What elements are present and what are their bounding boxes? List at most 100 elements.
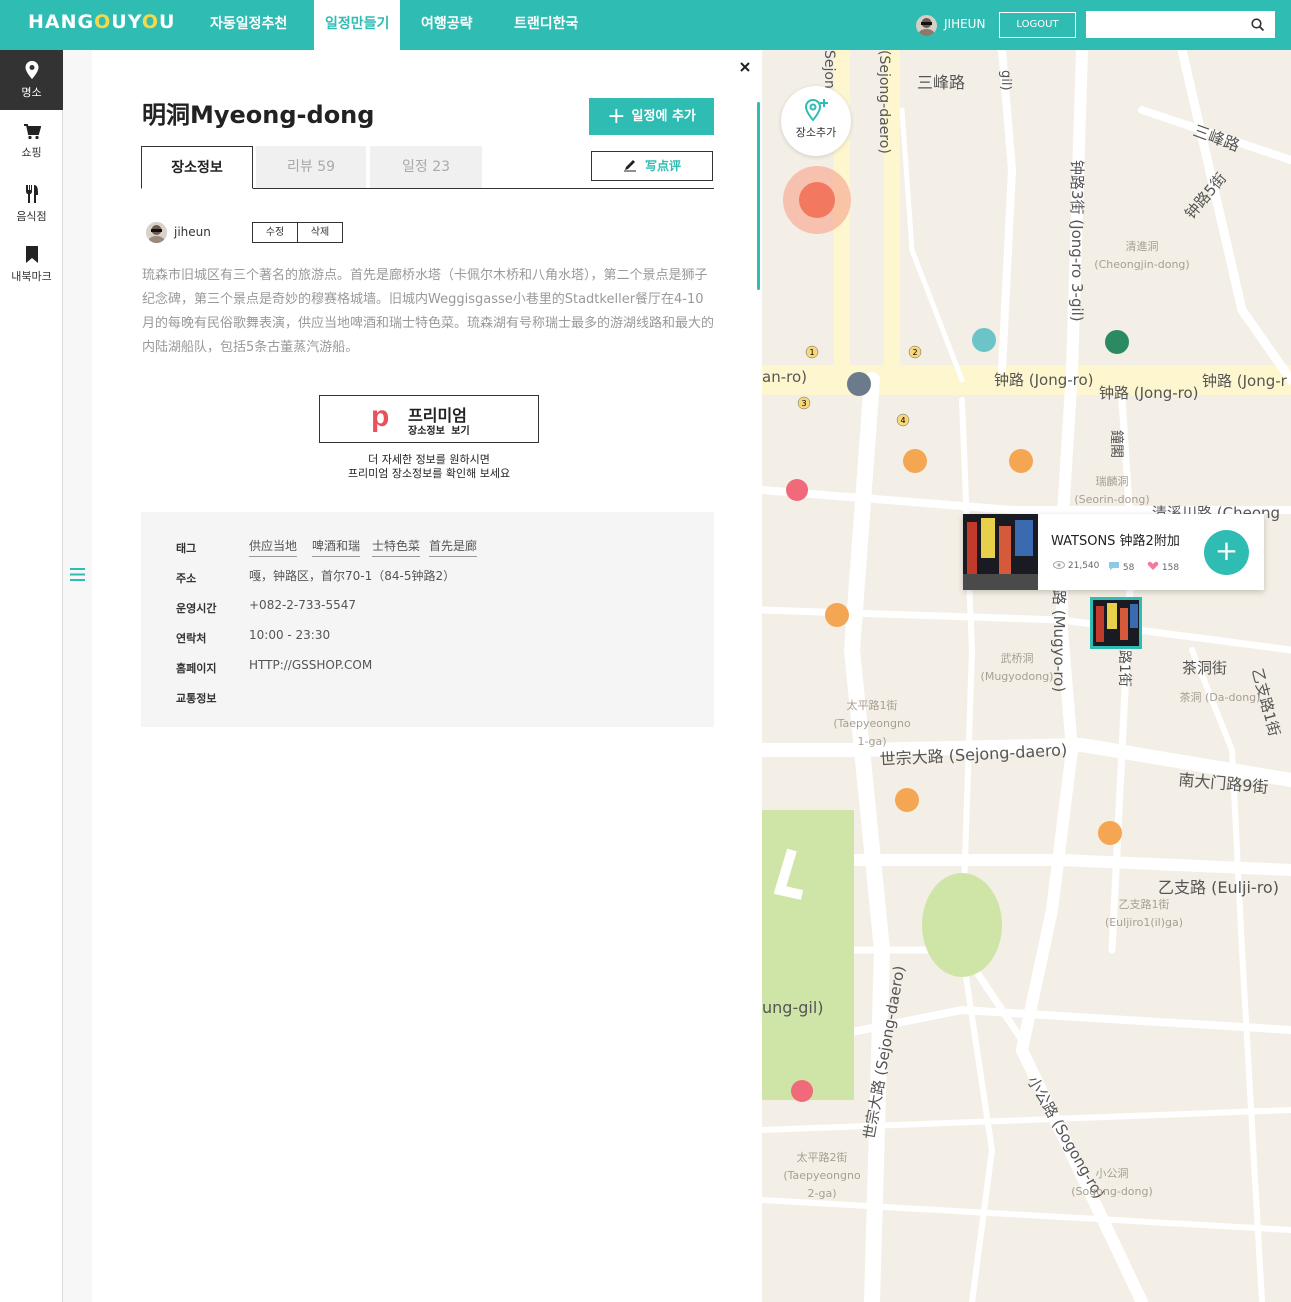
nav-trendy-korea[interactable]: 트랜디한국 (503, 0, 589, 50)
user-avatar[interactable] (916, 15, 937, 36)
map-canvas: 三峰路 三峰路 钟路 (Jong-ro) 钟路 (Jong-ro) 钟路 (Jo… (762, 50, 1291, 1302)
info-address: 嘎，钟路区，首尔70-1（84-5钟路2） (249, 569, 456, 583)
search-input[interactable] (1086, 11, 1275, 38)
svg-text:瑞麟洞: 瑞麟洞 (1096, 474, 1129, 488)
nav-travel-guide[interactable]: 여행공략 (410, 0, 484, 50)
svg-text:小公路 (Sogong-ro): 小公路 (Sogong-ro) (1024, 1073, 1109, 1202)
svg-text:茶洞街: 茶洞街 (1182, 659, 1227, 677)
tab-reviews[interactable]: 리뷰 59 (256, 146, 366, 188)
svg-text:清進洞: 清進洞 (1126, 240, 1159, 253)
svg-text:太平路1街: 太平路1街 (847, 698, 898, 712)
sidebar-item-label: 음식점 (16, 210, 47, 223)
add-to-schedule-button[interactable]: + 일정에 추가 (589, 98, 714, 135)
selected-place-marker[interactable] (1090, 597, 1142, 649)
bookmark-icon (0, 245, 63, 264)
tag-link[interactable]: 啤酒和瑞 (312, 537, 361, 557)
svg-text:(Cheongjin-dong): (Cheongjin-dong) (1094, 258, 1189, 271)
plus-icon: + (607, 104, 626, 129)
search-icon[interactable] (1251, 17, 1265, 36)
tab-label: 리뷰 (286, 159, 313, 175)
edit-button[interactable]: 수정 (252, 222, 298, 243)
svg-text:(Taepyeongno: (Taepyeongno (833, 717, 911, 730)
logo[interactable]: HANGOUYOU (28, 11, 175, 33)
delete-button[interactable]: 삭제 (297, 222, 343, 243)
shopping-icon[interactable] (786, 479, 808, 501)
svg-text:太平路2街: 太平路2街 (797, 1150, 848, 1164)
close-icon[interactable] (739, 58, 751, 74)
info-label-homepage: 홈페이지 (176, 662, 217, 675)
bus-stop-icon[interactable] (847, 372, 871, 396)
add-pin-icon (781, 98, 851, 122)
write-review-button[interactable]: 写点评 (591, 151, 713, 181)
restaurant-icon[interactable] (1098, 821, 1122, 845)
sidebar-item-restaurants[interactable]: 음식점 (0, 176, 63, 236)
premium-badge: p (371, 400, 390, 433)
sidebar-item-shopping[interactable]: 쇼핑 (0, 115, 63, 175)
svg-text:1-ga): 1-ga) (858, 735, 887, 748)
info-contact: 10:00 - 23:30 (249, 628, 331, 642)
svg-text:1: 1 (809, 348, 814, 357)
scrollbar[interactable] (757, 102, 760, 290)
place-popup[interactable]: WATSONS 钟路2附加 21,540 58 158 + (963, 514, 1264, 590)
place-thumbnail (963, 514, 1038, 590)
restaurant-icon[interactable] (903, 449, 927, 473)
menu-icon[interactable] (70, 566, 85, 585)
restaurant-icon[interactable] (825, 603, 849, 627)
nav-make-schedule[interactable]: 일정만들기 (314, 0, 401, 50)
info-label-contact: 연락처 (176, 632, 207, 645)
premium-subtitle: 장소정보 보기 (408, 426, 470, 437)
svg-text:钟路 (Jong-ro): 钟路 (Jong-ro) (1099, 384, 1199, 402)
heart-icon (1147, 561, 1159, 573)
info-label-transport: 교통정보 (176, 692, 217, 705)
comment-icon (1108, 562, 1120, 573)
info-label-hours: 운영시간 (176, 602, 217, 615)
tab-schedules[interactable]: 일정 23 (370, 146, 482, 188)
shopping-icon[interactable] (791, 1080, 813, 1102)
restaurant-icon[interactable] (1009, 449, 1033, 473)
tab-place-info[interactable]: 장소정보 (141, 146, 253, 189)
write-review-label: 写点评 (644, 159, 681, 173)
like-count: 158 (1147, 561, 1179, 573)
place-title: 明洞Myeong-dong (142, 101, 375, 129)
pin-icon (0, 60, 63, 80)
category-sidebar: 명소 쇼핑 음식점 내북마크 (0, 50, 63, 1302)
svg-text:(Seorin-dong): (Seorin-dong) (1074, 493, 1149, 506)
svg-text:茶洞 (Da-dong): 茶洞 (Da-dong) (1180, 691, 1261, 704)
sidebar-item-label: 명소 (21, 86, 42, 99)
svg-text:2: 2 (912, 348, 917, 357)
premium-info-button[interactable]: p 프리미엄 장소정보 보기 (319, 395, 539, 443)
top-bar: HANGOUYOU 자동일정추천 일정만들기 여행공략 트랜디한국 JIHEUN… (0, 0, 1291, 50)
sidebar-item-bookmarks[interactable]: 내북마크 (0, 237, 63, 297)
cafe-icon[interactable] (1105, 330, 1129, 354)
svg-text:(Euljiro1(il)ga): (Euljiro1(il)ga) (1105, 916, 1183, 929)
svg-text:乙支路1街: 乙支路1街 (1119, 897, 1170, 911)
add-place-button[interactable]: 장소추가 (781, 86, 851, 156)
tab-label: 장소정보 (171, 160, 223, 176)
panel-handle[interactable] (63, 50, 92, 1302)
popup-title: WATSONS 钟路2附加 (1051, 534, 1180, 549)
svg-text:(Sogong-dong): (Sogong-dong) (1071, 1185, 1153, 1198)
svg-text:gil): gil) (998, 70, 1013, 91)
place-description: 琉森市旧城区有三个著名的旅游点。首先是廊桥水塔（卡佩尔木桥和八角水塔），第二个景… (142, 268, 715, 355)
tag-link[interactable]: 供应当地 (249, 537, 298, 557)
svg-text:ung-gil): ung-gil) (762, 998, 824, 1017)
add-place-label: 장소추가 (795, 126, 837, 139)
mcdonalds-icon[interactable] (895, 788, 919, 812)
logout-button[interactable]: LOGOUT (999, 12, 1076, 38)
tag-link[interactable]: 首先是廊 (429, 537, 478, 557)
map-view[interactable]: 三峰路 三峰路 钟路 (Jong-ro) 钟路 (Jong-ro) 钟路 (Jo… (762, 50, 1291, 1302)
nav-auto-recommend[interactable]: 자동일정추천 (199, 0, 298, 50)
info-label-tag: 태그 (176, 542, 197, 555)
info-homepage[interactable]: HTTP://GSSHOP.COM (249, 658, 372, 672)
sidebar-item-label: 내북마크 (11, 270, 52, 283)
svg-text:钟路 (Jong-r: 钟路 (Jong-r (1202, 372, 1288, 390)
pin-poi-icon[interactable] (972, 328, 996, 352)
tag-link[interactable]: 士特色菜 (372, 537, 421, 557)
sidebar-item-attractions[interactable]: 명소 (0, 50, 63, 110)
author-name: jiheun (174, 225, 211, 239)
svg-text:路1街: 路1街 (1116, 650, 1132, 687)
svg-text:小公洞: 小公洞 (1096, 1167, 1129, 1180)
popup-add-button[interactable]: + (1204, 530, 1249, 575)
tab-label: 일정 (401, 159, 428, 175)
author-avatar (146, 222, 167, 243)
